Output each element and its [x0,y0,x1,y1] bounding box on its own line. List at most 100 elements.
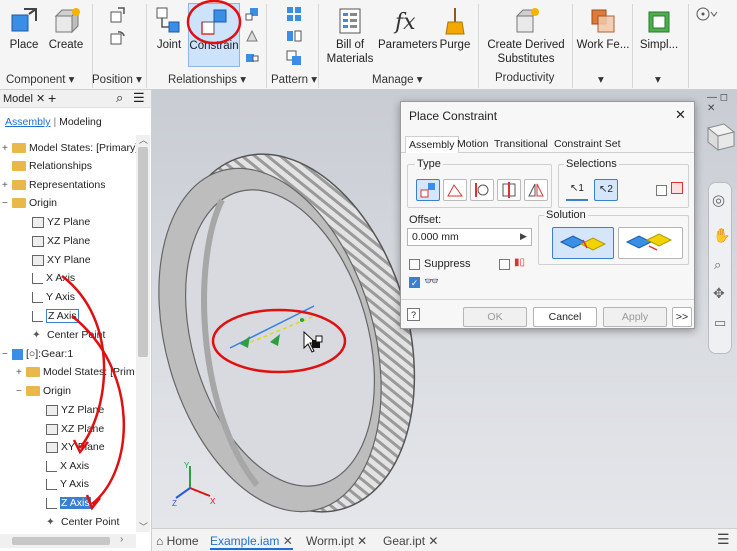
mate-icon [420,183,435,198]
create-button[interactable]: Create [46,6,86,51]
steering-wheel-icon[interactable]: ◎ [712,191,725,209]
offset-input[interactable]: 0.000 mm ▶ [407,228,532,246]
place-constraint-dialog: Place Constraint ✕ Assembly Motion Trans… [400,101,695,329]
joint-icon [156,7,180,33]
work-features-button[interactable]: Work Fe... [576,6,630,51]
dialog-title: Place Constraint [409,109,498,123]
viewport-window-controls[interactable]: — ◻ ✕ [707,92,737,114]
panel-label-relationships[interactable]: Relationships ▾ [168,72,246,86]
tab-example-iam[interactable]: Example.iam ✕ [210,532,293,550]
purge-button[interactable]: Purge [438,6,472,51]
offset-flyout-icon[interactable]: ▶ [520,231,527,242]
annotation-circle-constrain [186,0,242,45]
solution-label: Solution [544,209,588,221]
angle-icon [447,184,463,197]
glasses-icon: 👓 [424,274,439,288]
panel-label-component[interactable]: Component ▾ [6,72,74,86]
pattern-component-icon[interactable] [286,6,302,22]
suppress-label: Suppress [424,258,471,270]
simplify-icon [648,11,670,33]
bill-of-materials-button[interactable]: Bill of Materials [326,6,374,65]
zoom-icon[interactable]: ⌕ [714,257,721,273]
create-derived-substitutes-button[interactable]: Create Derived Substitutes [484,6,568,65]
place-component-icon [11,8,37,32]
joint-button[interactable]: Joint [154,6,184,51]
relationship-icon-2[interactable] [244,28,260,44]
broom-icon [445,8,465,35]
selection-2-button[interactable]: ↖2 [594,179,618,201]
flush-solution-icon [625,233,673,251]
tab-constraint-set[interactable]: Constraint Set [551,136,624,153]
bill-of-materials-icon [339,8,361,34]
tab-worm-ipt[interactable]: Worm.ipt ✕ [306,532,367,550]
tangent-icon [475,183,489,197]
place-button[interactable]: Place [6,6,42,51]
insert-icon [502,182,516,198]
offset-label: Offset: [409,214,442,226]
close-tab-icon[interactable]: ✕ [283,534,293,548]
symmetry-constraint-button[interactable] [524,179,548,201]
more-button[interactable]: >> [672,307,692,327]
preview-checkbox[interactable]: ✓ [409,277,420,288]
tangent-constraint-button[interactable] [470,179,494,201]
panel-label-position[interactable]: Position ▾ [92,72,142,86]
panel-label-productivity[interactable]: Productivity [495,72,554,84]
create-component-icon [54,8,80,34]
parameters-button[interactable]: fx Parameters [378,6,437,51]
model-browser: Model ✕ + ⌕ ☰ Assembly | Modeling + Model… [0,90,152,551]
panel-dropdown-work-features[interactable]: ▾ [598,72,604,86]
first-selection-checkbox[interactable] [656,185,667,196]
tab-home[interactable]: ⌂ Home [156,532,199,550]
tabs-menu-icon[interactable]: ☰ [717,531,730,548]
tab-motion[interactable]: Motion [454,136,492,153]
view-cube[interactable] [700,122,736,152]
relationship-icon-3[interactable] [244,50,260,66]
suppress-checkbox[interactable] [409,259,420,270]
solution-mate-button[interactable] [552,227,614,259]
rotate-icon[interactable] [108,28,126,46]
selection-1-button[interactable]: ↖1 [566,179,588,201]
help-icon[interactable]: ? [407,308,420,321]
apply-button[interactable]: Apply [603,307,667,327]
tab-gear-ipt[interactable]: Gear.ipt ✕ [383,532,438,550]
tab-transitional[interactable]: Transitional [491,136,551,153]
mate-solution-icon [559,235,607,251]
home-icon: ⌂ [156,534,164,548]
pick-part-first-icon [671,182,683,194]
move-icon[interactable] [108,6,126,24]
solution-flush-button[interactable] [618,227,683,259]
mirror-icon[interactable] [286,28,302,44]
simplify-button[interactable]: Simpl... [636,6,682,51]
navigation-bar: ◎ ✋ ⌕ ✥ ▭ [708,182,732,354]
ribbon: Place Create Joint Constrain Bill of Mat… [0,0,737,90]
more-options-icon[interactable] [696,6,718,22]
ok-button[interactable]: OK [463,307,527,327]
angle-constraint-button[interactable] [443,179,467,201]
cancel-button[interactable]: Cancel [533,307,597,327]
triad-y-label: Y [184,461,190,470]
svg-text:fx: fx [393,10,416,35]
close-tab-icon[interactable]: ✕ [428,534,438,548]
predict-offset-icon: ▮▯ [514,257,526,268]
contact-set-icon[interactable] [244,6,260,22]
derived-substitute-icon [515,8,539,33]
close-tab-icon[interactable]: ✕ [357,534,367,548]
panel-dropdown-simplify[interactable]: ▾ [655,72,661,86]
look-at-icon[interactable]: ▭ [714,315,726,331]
pan-icon[interactable]: ✋ [713,227,730,244]
predict-offset-checkbox[interactable] [499,259,510,270]
document-tabs: ⌂ Home Example.iam ✕ Worm.ipt ✕ Gear.ipt… [152,528,737,551]
orbit-icon[interactable]: ✥ [713,285,725,302]
copy-icon[interactable] [286,50,302,66]
symmetry-icon [528,183,544,197]
panel-label-pattern[interactable]: Pattern ▾ [271,72,317,86]
panel-label-manage[interactable]: Manage ▾ [372,72,423,86]
triad-x-label: X [210,497,216,506]
tab-assembly[interactable]: Assembly [405,136,459,153]
selections-label: Selections [564,158,619,170]
dialog-close-icon[interactable]: ✕ [675,107,686,123]
mate-constraint-button[interactable] [416,179,440,201]
insert-constraint-button[interactable] [497,179,521,201]
work-features-icon [591,9,615,33]
coordinate-triad: Y X Z [172,461,216,508]
